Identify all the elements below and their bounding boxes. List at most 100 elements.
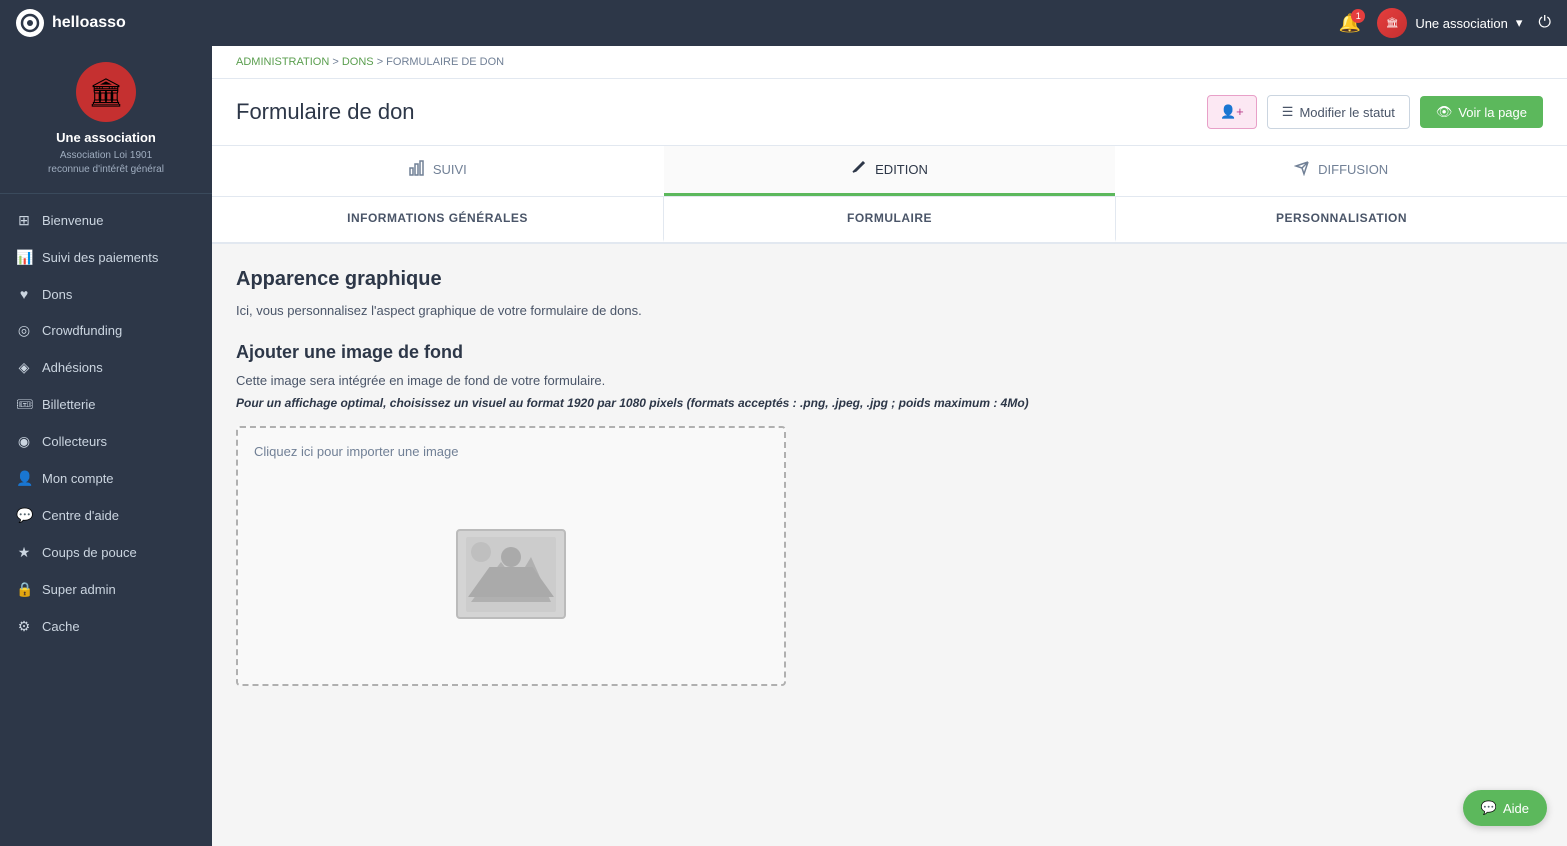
sidebar-item-label: Coups de pouce: [42, 545, 137, 560]
breadcrumb-sep1: >: [332, 56, 341, 68]
chevron-down-icon: ▾: [1516, 15, 1523, 31]
chart-tab-icon: [409, 160, 425, 179]
sidebar-item-label: Adhésions: [42, 360, 103, 375]
send-tab-icon: [1294, 160, 1310, 179]
voir-page-label: Voir la page: [1458, 105, 1527, 120]
breadcrumb-current: FORMULAIRE DE DON: [386, 56, 504, 68]
sidebar-item-centre-aide[interactable]: 💬 Centre d'aide: [0, 497, 212, 534]
help-chat-icon: 💬: [1481, 800, 1497, 816]
home-icon: ⊞: [16, 212, 32, 229]
eye-icon: 👁: [1436, 104, 1453, 120]
page-header: Formulaire de don 👤+ ☰ Modifier le statu…: [212, 79, 1567, 146]
tab-informations-generales[interactable]: INFORMATIONS GÉNÉRALES: [212, 197, 664, 242]
breadcrumb-sep2: >: [377, 56, 386, 68]
page-title: Formulaire de don: [236, 99, 415, 125]
crowdfunding-icon: ◎: [16, 322, 32, 339]
add-member-button[interactable]: 👤+: [1207, 95, 1257, 129]
breadcrumb: ADMINISTRATION > DONS > FORMULAIRE DE DO…: [212, 46, 1567, 79]
subsection-title: Ajouter une image de fond: [236, 342, 1543, 363]
notification-badge: 1: [1351, 9, 1365, 23]
sidebar-item-billetterie[interactable]: 🎟 Billetterie: [0, 386, 212, 423]
voir-page-button[interactable]: 👁 Voir la page: [1420, 96, 1543, 128]
star-icon: ★: [16, 544, 32, 561]
list-icon: ☰: [1282, 104, 1294, 120]
topnav-right: 🔔 1 🏛 Une association ▾ ⏻: [1339, 8, 1551, 38]
topnav-left: helloasso: [16, 9, 126, 37]
tab-edition[interactable]: EDITION: [664, 146, 1116, 196]
logo-circle: [16, 9, 44, 37]
chart-icon: 📊: [16, 249, 32, 266]
image-upload-area[interactable]: Cliquez ici pour importer une image: [236, 426, 786, 686]
notification-button[interactable]: 🔔 1: [1339, 13, 1361, 34]
help-icon: 💬: [16, 507, 32, 524]
breadcrumb-dons[interactable]: DONS: [342, 56, 374, 68]
upload-hint: Cliquez ici pour importer une image: [254, 444, 458, 459]
subsection-note: Pour un affichage optimal, choisissez un…: [236, 396, 1543, 410]
image-placeholder: [456, 529, 566, 619]
sidebar-item-label: Bienvenue: [42, 213, 103, 228]
tab-formulaire[interactable]: FORMULAIRE: [664, 197, 1116, 242]
sidebar-item-crowdfunding[interactable]: ◎ Crowdfunding: [0, 312, 212, 349]
content-area: Apparence graphique Ici, vous personnali…: [212, 244, 1567, 846]
sidebar-item-label: Mon compte: [42, 471, 114, 486]
adhesions-icon: ◈: [16, 359, 32, 376]
subsection-desc: Cette image sera intégrée en image de fo…: [236, 373, 1543, 388]
heart-icon: ♥: [16, 286, 32, 302]
sidebar-item-cache[interactable]: ⚙ Cache: [0, 608, 212, 645]
sidebar-item-label: Cache: [42, 619, 80, 634]
help-label: Aide: [1503, 801, 1529, 816]
tab-infos-label: INFORMATIONS GÉNÉRALES: [347, 211, 528, 225]
org-sub: Association Loi 1901 reconnue d'intérêt …: [16, 149, 196, 177]
modifier-statut-button[interactable]: ☰ Modifier le statut: [1267, 95, 1410, 129]
section-title: Apparence graphique: [236, 268, 1543, 291]
ticket-icon: 🎟: [16, 396, 32, 413]
tab-suivi-label: SUIVI: [433, 162, 467, 177]
tab-formulaire-label: FORMULAIRE: [847, 211, 932, 225]
user-menu-button[interactable]: 🏛 Une association ▾: [1377, 8, 1522, 38]
edit-tab-icon: [851, 160, 867, 179]
breadcrumb-admin[interactable]: ADMINISTRATION: [236, 56, 329, 68]
sidebar: 🏛 Une association Association Loi 1901 r…: [0, 46, 212, 846]
modifier-statut-label: Modifier le statut: [1299, 105, 1394, 120]
tab-edition-label: EDITION: [875, 162, 928, 177]
topnav: helloasso 🔔 1 🏛 Une association ▾ ⏻: [0, 0, 1567, 46]
section-desc: Ici, vous personnalisez l'aspect graphiq…: [236, 303, 1543, 318]
tab-personnalisation[interactable]: PERSONNALISATION: [1116, 197, 1567, 242]
sidebar-item-label: Crowdfunding: [42, 323, 122, 338]
main-content: ADMINISTRATION > DONS > FORMULAIRE DE DO…: [212, 46, 1567, 846]
tab-diffusion[interactable]: DIFFUSION: [1115, 146, 1567, 196]
sidebar-item-adhesions[interactable]: ◈ Adhésions: [0, 349, 212, 386]
sidebar-item-coups-pouce[interactable]: ★ Coups de pouce: [0, 534, 212, 571]
sidebar-item-suivi-paiements[interactable]: 📊 Suivi des paiements: [0, 239, 212, 276]
org-logo: 🏛: [76, 62, 136, 122]
sidebar-org: 🏛 Une association Association Loi 1901 r…: [0, 46, 212, 194]
lock-icon: 🔒: [16, 581, 32, 598]
tab-suivi[interactable]: SUIVI: [212, 146, 664, 196]
org-sub2: reconnue d'intérêt général: [16, 163, 196, 177]
sidebar-item-label: Dons: [42, 287, 72, 302]
sidebar-item-label: Super admin: [42, 582, 116, 597]
brand-name: helloasso: [52, 14, 126, 32]
tab-diffusion-label: DIFFUSION: [1318, 162, 1388, 177]
org-name: Une association: [16, 130, 196, 145]
user-name: Une association: [1415, 16, 1508, 31]
avatar: 🏛: [1377, 8, 1407, 38]
tab-personnalisation-label: PERSONNALISATION: [1276, 211, 1407, 225]
sidebar-item-label: Collecteurs: [42, 434, 107, 449]
sidebar-item-mon-compte[interactable]: 👤 Mon compte: [0, 460, 212, 497]
org-sub1: Association Loi 1901: [16, 149, 196, 163]
sidebar-item-dons[interactable]: ♥ Dons: [0, 276, 212, 312]
sidebar-item-collecteurs[interactable]: ◉ Collecteurs: [0, 423, 212, 460]
sidebar-item-label: Centre d'aide: [42, 508, 119, 523]
sidebar-item-label: Suivi des paiements: [42, 250, 158, 265]
help-button[interactable]: 💬 Aide: [1463, 790, 1547, 826]
gear-icon: ⚙: [16, 618, 32, 635]
tabs-primary: SUIVI EDITION DIFFUSION: [212, 146, 1567, 197]
add-member-icon: 👤+: [1220, 104, 1244, 120]
avatar-image: 🏛: [1377, 8, 1407, 38]
user-icon: 👤: [16, 470, 32, 487]
collecteurs-icon: ◉: [16, 433, 32, 450]
sidebar-item-super-admin[interactable]: 🔒 Super admin: [0, 571, 212, 608]
logout-button[interactable]: ⏻: [1538, 14, 1551, 32]
sidebar-item-bienvenue[interactable]: ⊞ Bienvenue: [0, 202, 212, 239]
